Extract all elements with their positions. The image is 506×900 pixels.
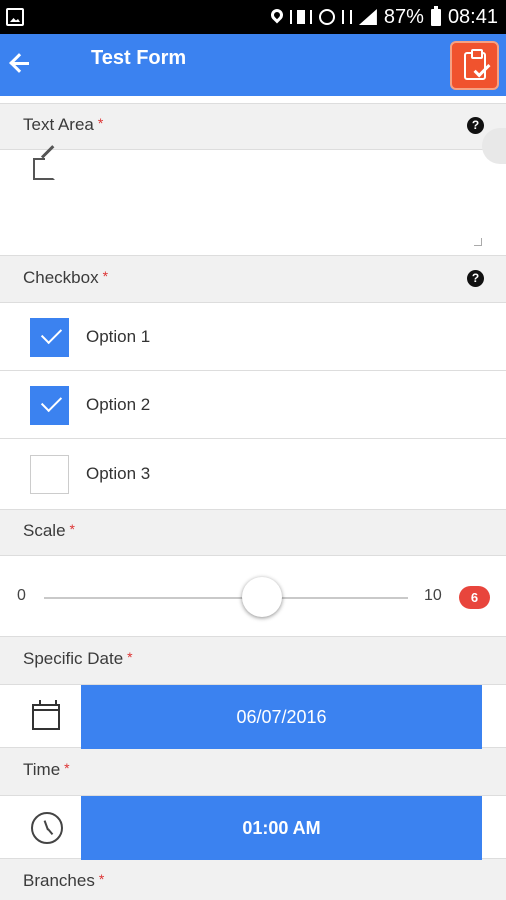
specific-date-label: Specific Date — [23, 649, 124, 668]
status-icons: 87% 08:41 — [268, 0, 498, 34]
checkbox-group: Option 1 Option 2 Option 3 — [0, 302, 506, 510]
checkbox-option-2[interactable]: Option 2 — [0, 371, 506, 439]
vibrate-icon — [289, 10, 312, 24]
image-notification-icon — [6, 8, 24, 26]
scale-slider-panel: 0 10 6 — [0, 555, 506, 637]
scale-label: Scale — [23, 521, 66, 540]
checkbox-option-3[interactable]: Option 3 — [0, 440, 506, 510]
required-marker: * — [127, 649, 133, 665]
slider-thumb[interactable] — [242, 577, 283, 617]
resize-handle-icon[interactable] — [474, 238, 482, 246]
previous-field-remnant — [0, 96, 506, 104]
date-label-row: Specific Date * — [0, 649, 506, 671]
clock-time: 08:41 — [447, 5, 498, 28]
time-label-row: Time * — [0, 760, 506, 782]
required-marker: * — [69, 521, 75, 537]
calendar-icon[interactable] — [32, 700, 60, 730]
help-icon[interactable]: ? — [467, 270, 484, 287]
text-area-input[interactable] — [0, 149, 506, 256]
checkbox-option-1[interactable]: Option 1 — [0, 302, 506, 371]
required-marker: * — [64, 760, 70, 776]
text-area-label-row: Text Area * ? — [0, 115, 506, 137]
signal-icon — [358, 9, 377, 25]
time-picker-button[interactable]: 01:00 AM — [81, 796, 482, 860]
branches-label-row: Branches * — [0, 871, 506, 893]
page-title: Test Form — [91, 47, 187, 69]
help-icon[interactable]: ? — [467, 117, 484, 134]
app-bar: Test Form — [0, 34, 506, 96]
battery-percent: 87% — [383, 5, 424, 28]
status-bar: 87% 08:41 — [0, 0, 506, 34]
option-label: Option 1 — [86, 327, 151, 346]
time-field: 01:00 AM — [0, 795, 506, 860]
required-marker: * — [98, 871, 105, 887]
clock-icon[interactable] — [31, 812, 63, 844]
scale-label-row: Scale * — [0, 521, 506, 543]
branches-label: Branches — [23, 871, 95, 890]
required-marker: * — [97, 115, 104, 131]
location-icon — [268, 6, 286, 24]
data-network-icon — [341, 10, 352, 24]
checkbox-label: Checkbox — [23, 268, 99, 287]
scale-min-label: 0 — [17, 587, 26, 604]
checkbox-checked[interactable] — [30, 386, 69, 425]
checkbox-label-row: Checkbox * ? — [0, 268, 506, 290]
scale-value-badge: 6 — [459, 586, 490, 609]
scale-max-label: 10 — [424, 587, 442, 604]
date-picker-button[interactable]: 06/07/2016 — [81, 685, 482, 749]
alarm-icon — [318, 9, 335, 25]
date-field: 06/07/2016 — [0, 684, 506, 749]
checkbox-checked[interactable] — [30, 318, 69, 357]
edit-icon — [33, 158, 55, 180]
app-logo-icon[interactable] — [450, 41, 499, 90]
slider-track[interactable] — [44, 597, 408, 599]
time-label: Time — [23, 760, 61, 779]
required-marker: * — [102, 268, 109, 284]
text-area-label: Text Area — [23, 115, 94, 134]
option-label: Option 3 — [86, 464, 151, 483]
checkbox-unchecked[interactable] — [30, 455, 69, 494]
battery-icon — [430, 5, 441, 26]
back-arrow-icon[interactable] — [8, 50, 34, 76]
option-label: Option 2 — [86, 395, 151, 414]
